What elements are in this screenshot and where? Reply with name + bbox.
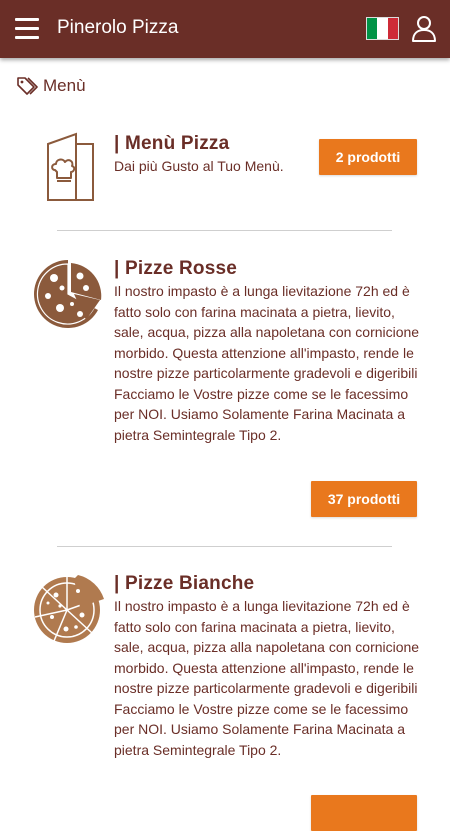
divider	[57, 546, 392, 547]
pizze-rosse-products-button[interactable]: 37 prodotti	[311, 481, 417, 517]
menu-book-icon	[47, 132, 94, 201]
category-description: Il nostro impasto è a lunga lievitazione…	[114, 598, 420, 758]
tag-icon	[17, 77, 38, 95]
category-title-pizze-bianche[interactable]: | Pizze Bianche	[114, 573, 254, 595]
category-title-pizze-rosse[interactable]: | Pizze Rosse	[114, 258, 237, 280]
breadcrumb[interactable]: Menù	[16, 76, 86, 96]
pizza-white-icon	[34, 575, 104, 643]
pizze-bianche-products-button[interactable]	[311, 795, 417, 831]
pizza-red-icon	[34, 260, 102, 328]
menu-pizza-products-button[interactable]: 2 prodotti	[319, 139, 417, 175]
divider	[57, 230, 392, 231]
italy-flag-icon[interactable]	[366, 17, 399, 40]
user-icon[interactable]	[411, 15, 437, 43]
app-header: Pinerolo Pizza	[0, 0, 450, 58]
category-title-menu-pizza[interactable]: | Menù Pizza	[114, 133, 229, 155]
category-description: Il nostro impasto è a lunga lievitazione…	[114, 283, 420, 443]
menu-hamburger-icon[interactable]	[15, 18, 39, 40]
breadcrumb-label: Menù	[43, 76, 86, 95]
app-title: Pinerolo Pizza	[57, 17, 179, 38]
